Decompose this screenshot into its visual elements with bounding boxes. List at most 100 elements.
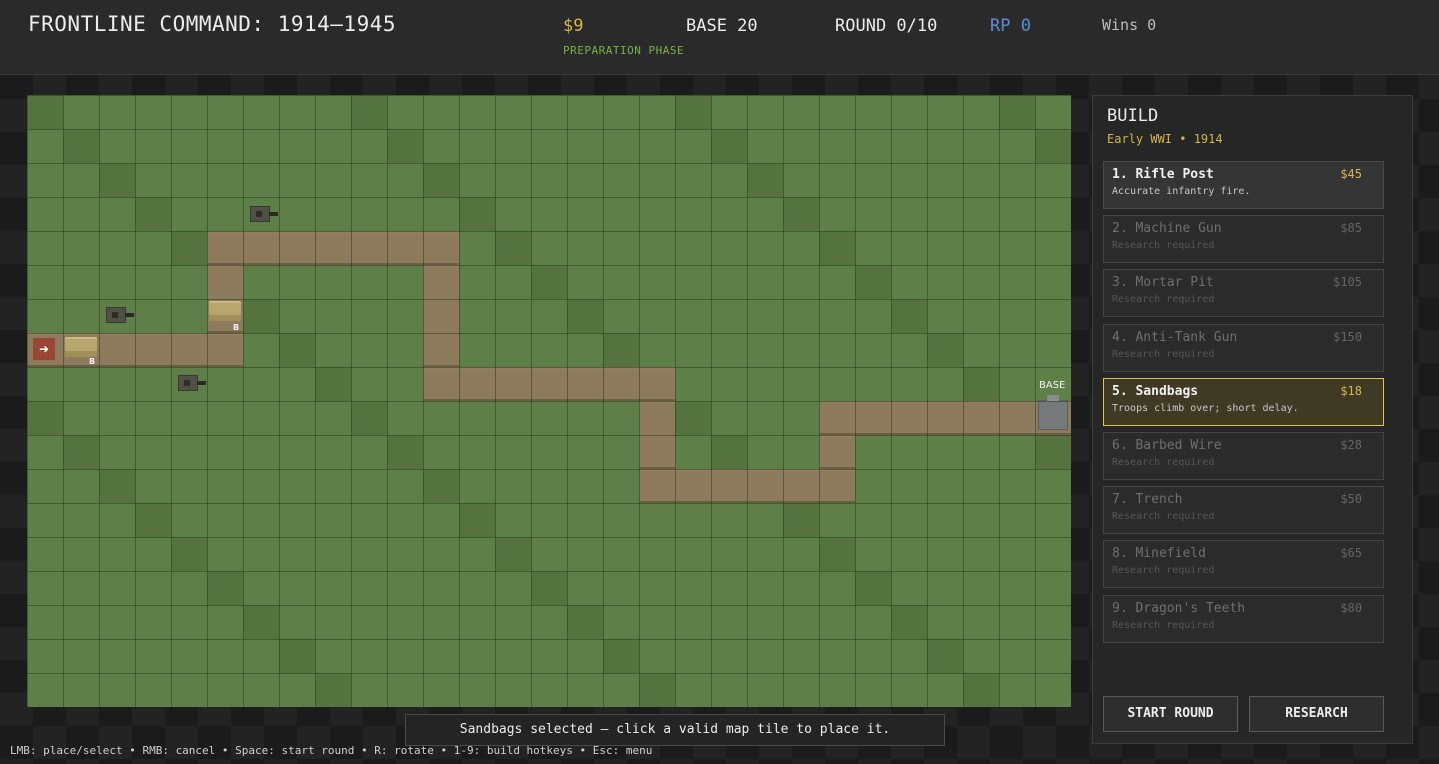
research-button[interactable]: RESEARCH [1249,696,1384,732]
build-item-description: Accurate infantry fire. [1112,186,1251,197]
rifle-post-emplacement[interactable] [178,375,206,391]
grass-tile-dark [963,367,999,401]
grass-tile-dark [279,333,315,367]
grass-tile-dark [603,639,639,673]
round-counter: ROUND 0/10 [835,16,938,36]
grass-tile-dark [639,673,675,707]
path-segment [27,333,243,367]
build-item-6[interactable]: 6. Barbed Wire $28 Research required [1103,432,1384,480]
spawn-arrow-icon: ➜ [33,338,55,360]
grass-tile-dark [171,537,207,571]
grass-tile-dark [423,163,459,197]
grass-tile-dark [99,163,135,197]
grass-tile-dark [819,231,855,265]
build-item-description: Research required [1112,240,1215,252]
build-item-cost: $50 [1340,492,1362,507]
grass-tile-dark [351,95,387,129]
sandbag-marker: B [233,323,240,332]
grass-tile-dark [459,197,495,231]
grass-tile-dark [891,299,927,333]
grass-tile-dark [171,231,207,265]
grass-tile-dark [999,95,1035,129]
grass-tile-dark [27,95,63,129]
rifle-post-emplacement[interactable] [106,307,134,323]
build-item-name: 4. Anti-Tank Gun [1112,329,1238,345]
grass-tile-dark [711,129,747,163]
build-item-cost: $150 [1333,329,1362,344]
grass-tile-dark [711,435,747,469]
build-item-description: Research required [1112,511,1215,523]
build-item-7[interactable]: 7. Trench $50 Research required [1103,486,1384,535]
build-item-2[interactable]: 2. Machine Gun $85 Research required [1103,215,1384,264]
grass-tile-dark [891,605,927,639]
status-toast: Sandbags selected — click a valid map ti… [405,714,945,746]
grass-tile-dark [855,265,891,299]
sandbags-obstacle[interactable] [65,337,97,357]
phase-label: PREPARATION PHASE [563,44,685,57]
controls-help: LMB: place/select • RMB: cancel • Space:… [10,744,653,757]
grass-tile-dark [387,129,423,163]
path-segment [423,265,459,367]
sandbags-obstacle[interactable] [209,301,241,321]
grass-tile-dark [675,401,711,435]
build-item-description: Research required [1112,457,1215,468]
base-label: BASE [1039,380,1066,391]
rifle-post-emplacement[interactable] [250,206,278,222]
grass-tile-dark [675,95,711,129]
grass-tile-dark [567,299,603,333]
grass-tile-dark [135,197,171,231]
grass-tile-dark [207,571,243,605]
build-item-cost: $28 [1340,438,1362,452]
hq-base-icon [1038,395,1068,430]
grass-tile-dark [855,571,891,605]
build-item-3[interactable]: 3. Mortar Pit $105 Research required [1103,269,1384,318]
path-segment [423,367,675,401]
grass-tile-dark [1035,129,1071,163]
build-item-description: Research required [1112,348,1215,360]
base-health: BASE 20 [686,16,758,36]
build-item-name: 5. Sandbags [1112,383,1199,399]
grass-tile-dark [243,299,279,333]
build-item-4[interactable]: 4. Anti-Tank Gun $150 Research required [1103,323,1384,372]
build-item-name: 2. Machine Gun [1112,221,1222,237]
grass-tile-dark [819,537,855,571]
grass-tile-dark [27,401,63,435]
path-segment [207,231,459,265]
game-title: FRONTLINE COMMAND: 1914–1945 [28,12,397,36]
build-item-1[interactable]: 1. Rifle Post $45 Accurate infantry fire. [1103,161,1384,209]
grass-tile-dark [783,503,819,537]
build-item-name: 6. Barbed Wire [1112,438,1222,453]
path-segment [639,469,855,503]
build-item-cost: $45 [1340,167,1362,181]
grass-tile-dark [63,435,99,469]
money-counter: $9 [563,16,584,36]
panel-title: BUILD [1107,106,1159,126]
era-label: Early WWI • 1914 [1107,132,1223,146]
start-round-button[interactable]: START ROUND [1103,696,1238,732]
build-item-name: 9. Dragon's Teeth [1112,600,1246,616]
wins-counter: Wins 0 [1102,16,1157,34]
grass-tile-dark [603,333,639,367]
grass-tile-dark [747,163,783,197]
build-item-cost: $85 [1340,221,1362,236]
build-item-name: 3. Mortar Pit [1112,275,1214,291]
build-item-8[interactable]: 8. Minefield $65 Research required [1103,540,1384,589]
build-item-description: Research required [1112,565,1215,577]
path-segment [819,401,1071,435]
grass-tile-dark [243,605,279,639]
grass-tile-dark [1035,435,1071,469]
grass-tile-dark [783,197,819,231]
grass-tile-dark [495,231,531,265]
build-item-5[interactable]: 5. Sandbags $18 Troops climb over; short d… [1103,377,1384,426]
grass-tile-dark [531,571,567,605]
game-map[interactable]: B B ➜ BASE [27,95,1071,707]
build-item-9[interactable]: 9. Dragon's Teeth $80 Research required [1103,594,1384,643]
build-item-cost: $18 [1340,383,1362,398]
grass-tile-dark [531,265,567,299]
grass-tile-dark [927,639,963,673]
grass-tile-dark [279,639,315,673]
grass-tile-dark [315,673,351,707]
grass-tile-dark [963,673,999,707]
build-panel: BUILD Early WWI • 1914 1. Rifle Post $45 A… [1092,95,1413,744]
build-item-name: 8. Minefield [1112,546,1206,562]
